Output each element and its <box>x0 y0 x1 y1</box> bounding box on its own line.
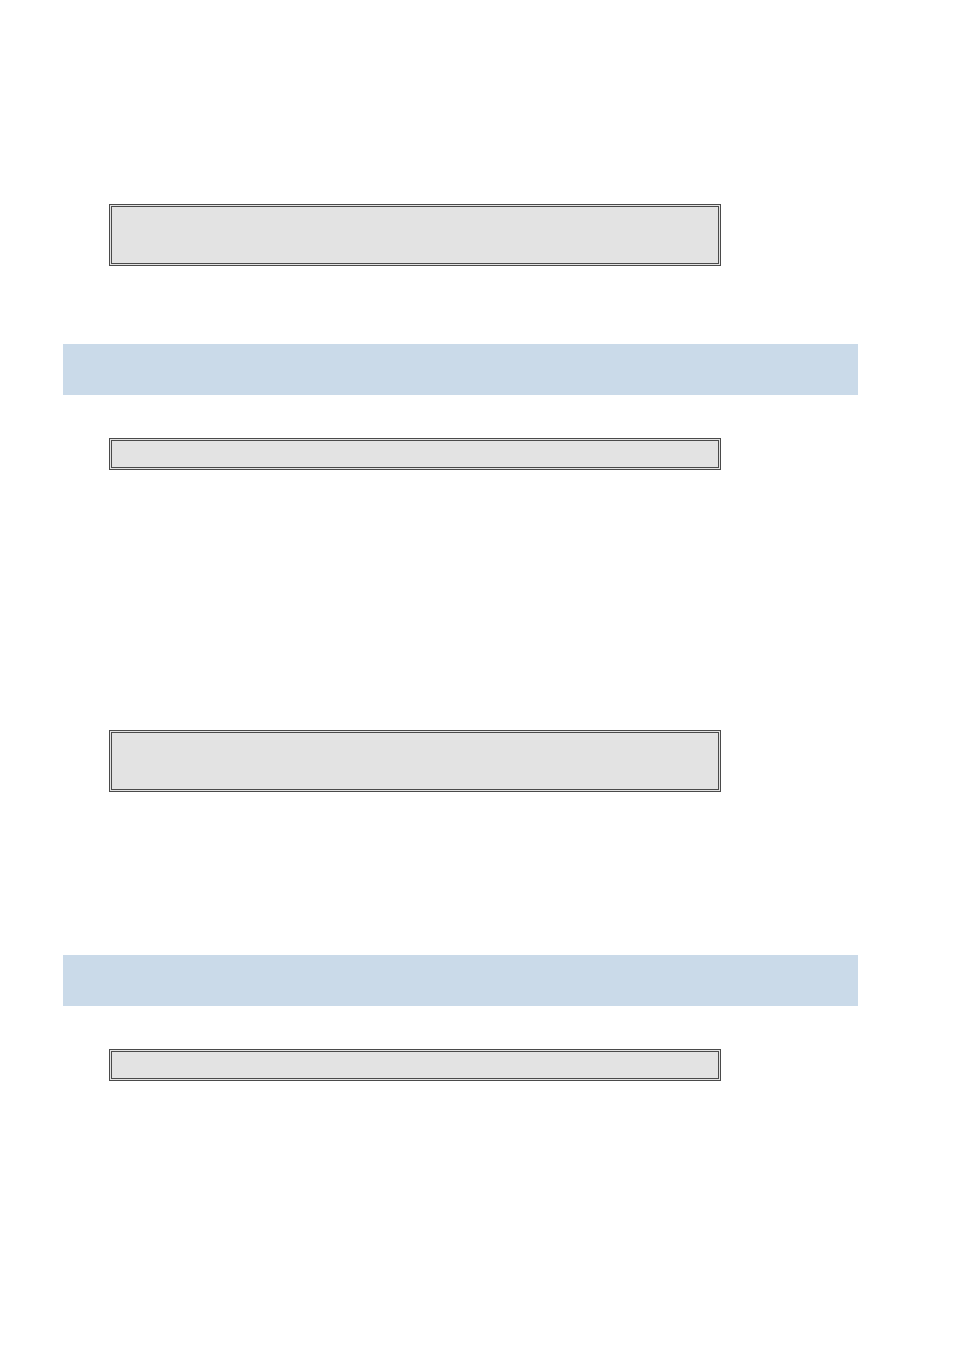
shaded-band <box>63 955 858 1006</box>
outlined-box <box>109 730 721 792</box>
page-canvas <box>0 0 954 1350</box>
outlined-box <box>109 438 721 470</box>
outlined-box <box>109 1049 721 1081</box>
shaded-band <box>63 344 858 395</box>
outlined-box <box>109 204 721 266</box>
